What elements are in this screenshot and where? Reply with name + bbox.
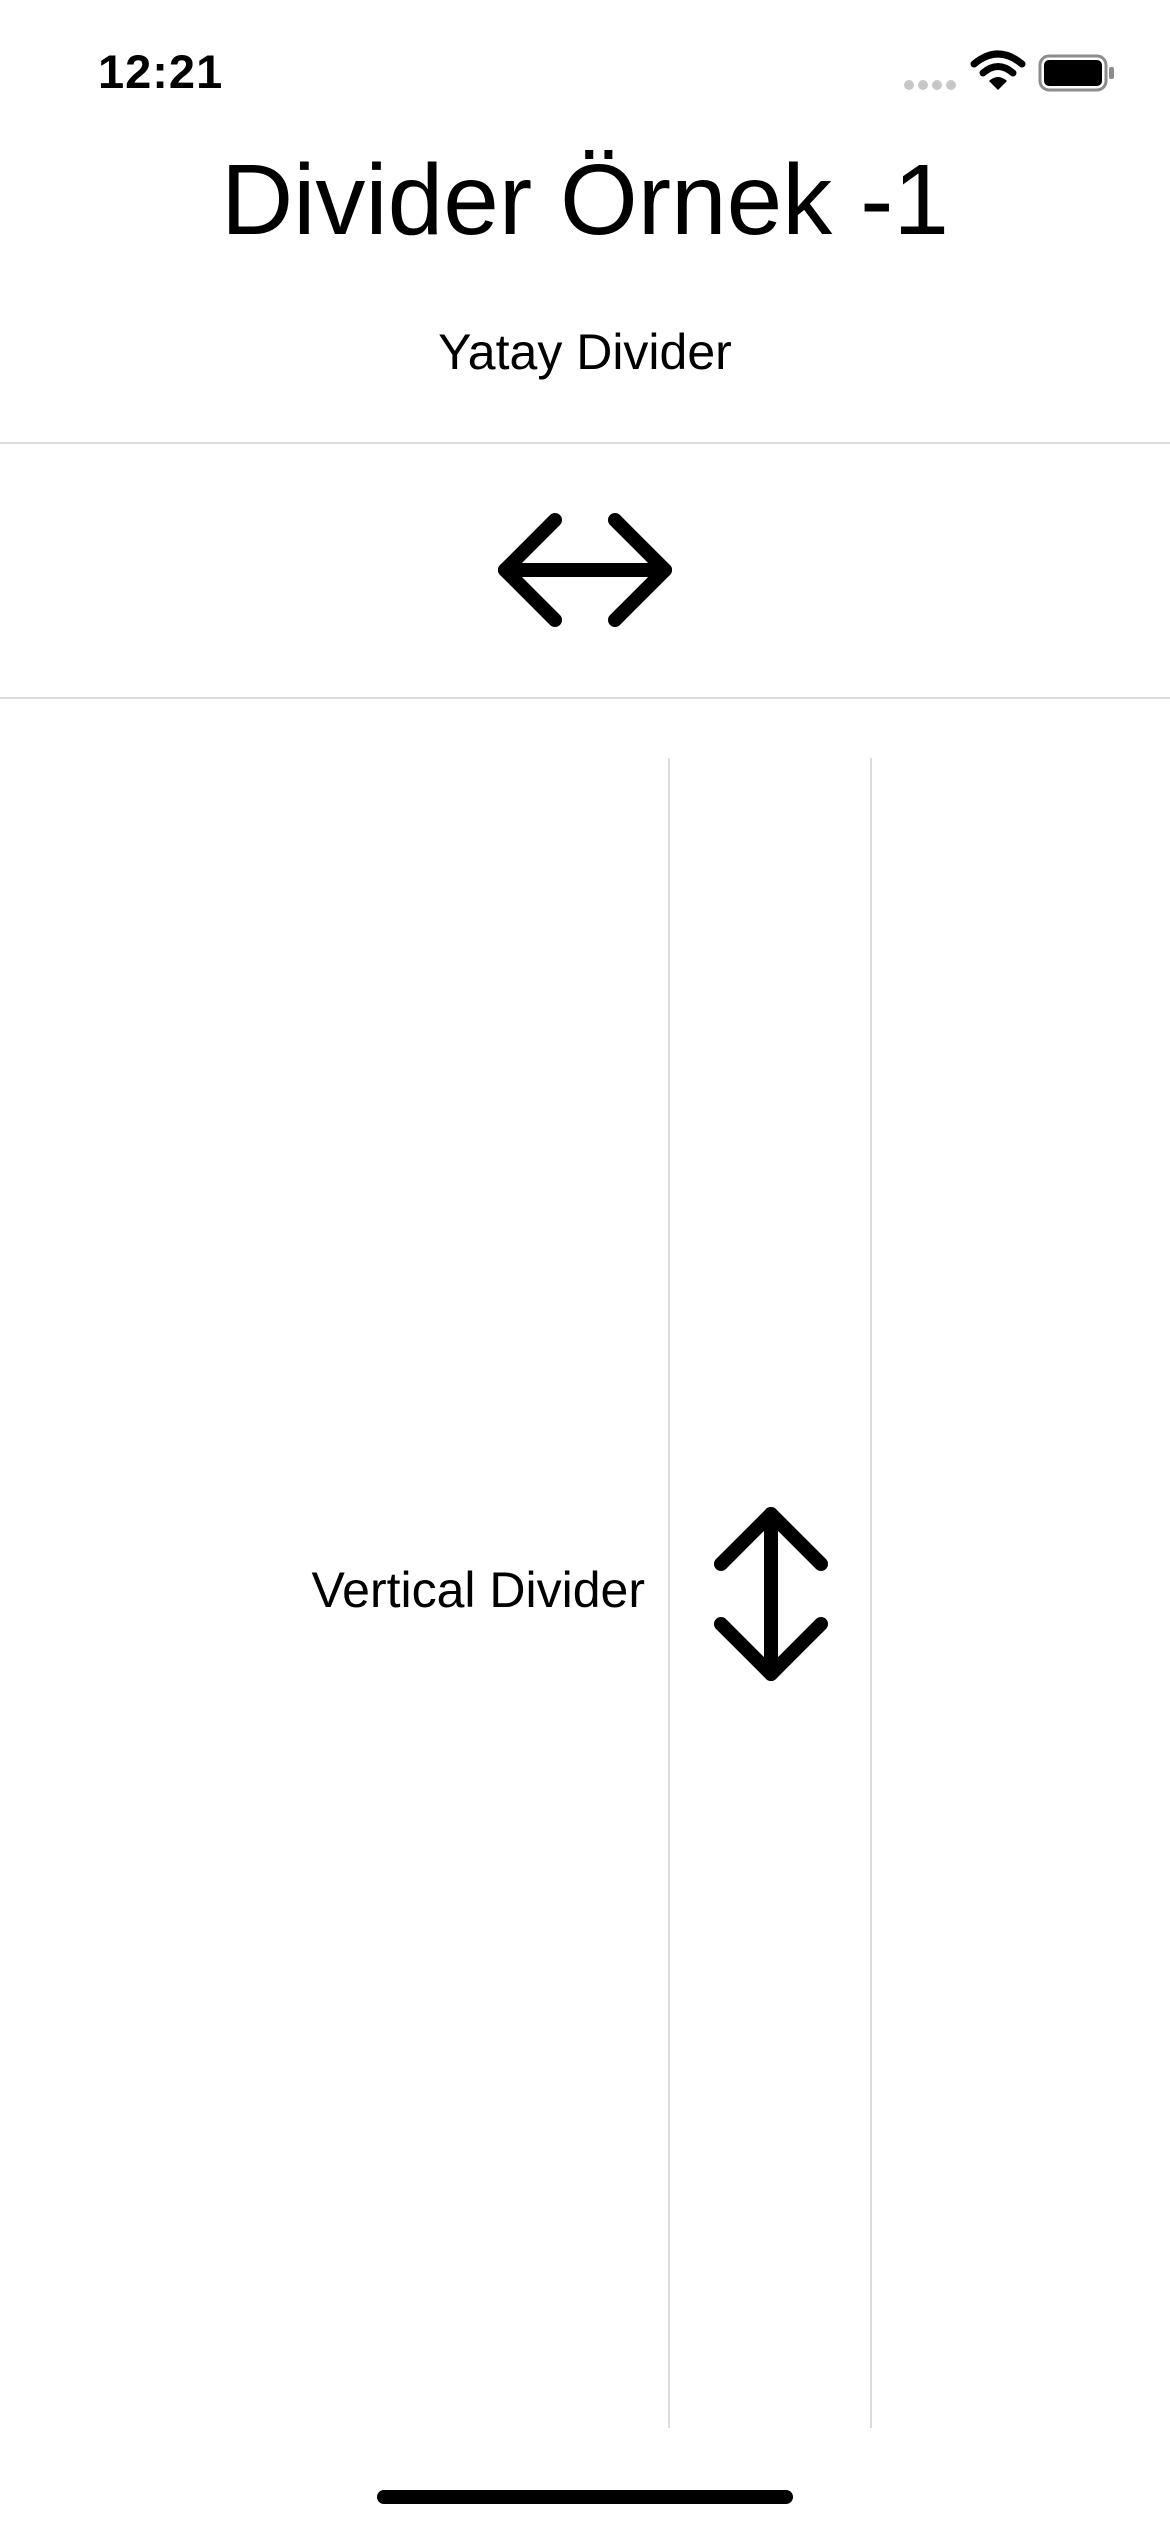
horizontal-divider-top bbox=[0, 442, 1170, 444]
vertical-divider-right bbox=[870, 758, 872, 2428]
wifi-icon bbox=[970, 50, 1026, 90]
status-time: 12:21 bbox=[98, 45, 224, 98]
status-bar: 12:21 bbox=[0, 0, 1170, 140]
page-title: Divider Örnek -1 bbox=[221, 144, 949, 256]
horizontal-divider-bottom bbox=[0, 697, 1170, 699]
horizontal-divider-label: Yatay Divider bbox=[438, 324, 732, 380]
up-down-arrow-icon bbox=[714, 1507, 828, 1681]
home-indicator[interactable] bbox=[377, 2490, 793, 2504]
left-right-arrow-icon bbox=[498, 513, 672, 627]
vertical-divider-left bbox=[668, 758, 670, 2428]
battery-icon bbox=[1038, 54, 1114, 92]
vertical-divider-label: Vertical Divider bbox=[311, 1562, 645, 1618]
signal-icon bbox=[904, 80, 956, 90]
